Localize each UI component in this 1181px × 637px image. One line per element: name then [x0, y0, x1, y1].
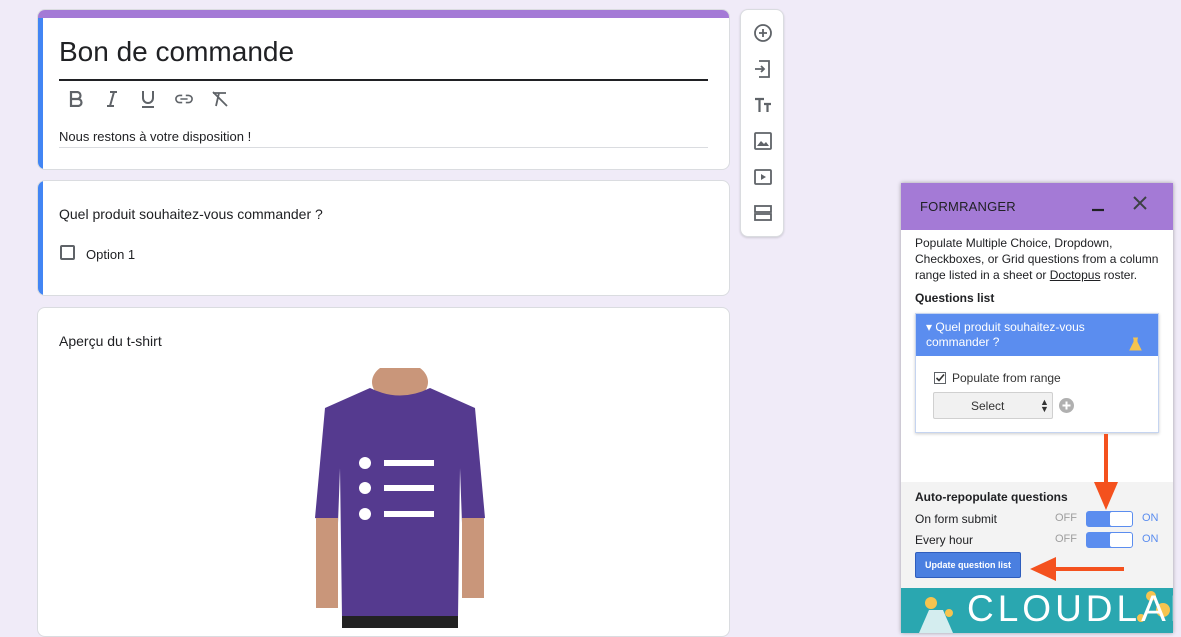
description-underline [59, 147, 708, 148]
italic-icon[interactable] [103, 90, 121, 108]
off-label: OFF [1055, 533, 1077, 545]
off-label: OFF [1055, 512, 1077, 524]
add-title-icon[interactable] [752, 94, 774, 116]
cloudlab-logo: CLOUDLAB [967, 588, 1173, 629]
format-toolbar [67, 90, 229, 108]
question-title: Quel produit souhaitez-vous commander ? [59, 206, 323, 222]
cloudlab-banner: CLOUDLAB [901, 588, 1173, 633]
focus-indicator [38, 18, 43, 169]
update-question-list-button[interactable]: Update question list [915, 552, 1021, 578]
select-label: Select [971, 399, 1005, 413]
every-hour-label: Every hour [915, 533, 974, 547]
link-icon[interactable] [175, 90, 193, 108]
question-list-item: ▾ Quel produit souhaitez-vous commander … [915, 313, 1159, 433]
every-hour-row: Every hour OFF ON [915, 532, 1165, 550]
title-underline [59, 79, 708, 81]
image-title: Aperçu du t-shirt [59, 333, 162, 349]
every-hour-toggle[interactable] [1086, 532, 1133, 548]
questions-list-heading: Questions list [915, 291, 995, 305]
populate-label: Populate from range [952, 371, 1061, 385]
panel-header: FORMRANGER [901, 183, 1173, 230]
option-checkbox[interactable] [60, 245, 75, 260]
form-submit-label: On form submit [915, 512, 998, 526]
on-label: ON [1142, 533, 1159, 545]
form-submit-row: On form submit OFF ON [915, 511, 1165, 529]
form-title-card[interactable]: Bon de commande Nous restons à votre dis… [37, 9, 730, 170]
auto-repopulate-heading: Auto-repopulate questions [915, 490, 1068, 504]
populate-checkbox[interactable] [934, 372, 946, 384]
panel-description: Populate Multiple Choice, Dropdown, Chec… [915, 235, 1163, 283]
update-button-label: Update question list [924, 560, 1011, 570]
underline-icon[interactable] [139, 90, 157, 108]
range-select[interactable]: Select ▲ ▼ [933, 392, 1053, 419]
clear-format-icon[interactable] [211, 90, 229, 108]
flask-icon [1129, 337, 1142, 351]
form-title[interactable]: Bon de commande [59, 36, 294, 68]
select-arrows-icon: ▲ ▼ [1040, 397, 1049, 414]
add-question-icon[interactable] [752, 22, 774, 44]
add-video-icon[interactable] [752, 166, 774, 188]
doctopus-link[interactable]: Doctopus [1050, 268, 1101, 282]
image-item-card[interactable]: Aperçu du t-shirt [37, 307, 730, 637]
question-item-header[interactable]: ▾ Quel produit souhaitez-vous commander … [916, 314, 1158, 356]
question-card[interactable]: Quel produit souhaitez-vous commander ? … [37, 180, 730, 296]
bold-icon[interactable] [67, 90, 85, 108]
side-toolbar [740, 9, 784, 237]
add-section-icon[interactable] [752, 202, 774, 224]
annotation-arrow-down [1094, 434, 1118, 510]
theme-accent-bar [38, 10, 729, 18]
panel-description-end: roster. [1100, 268, 1138, 282]
minimize-icon[interactable] [1089, 195, 1107, 213]
add-range-icon[interactable] [1059, 398, 1074, 413]
add-image-icon[interactable] [752, 130, 774, 152]
tshirt-image [315, 368, 485, 628]
close-icon[interactable] [1131, 194, 1149, 212]
import-questions-icon[interactable] [752, 58, 774, 80]
form-description[interactable]: Nous restons à votre disposition ! [59, 129, 251, 144]
question-indicator [38, 181, 43, 295]
panel-title: FORMRANGER [920, 199, 1016, 214]
question-item-label: ▾ Quel produit souhaitez-vous commander … [926, 320, 1085, 349]
option-label: Option 1 [86, 247, 136, 262]
annotation-arrow-left [1030, 557, 1124, 581]
on-label: ON [1142, 512, 1159, 524]
